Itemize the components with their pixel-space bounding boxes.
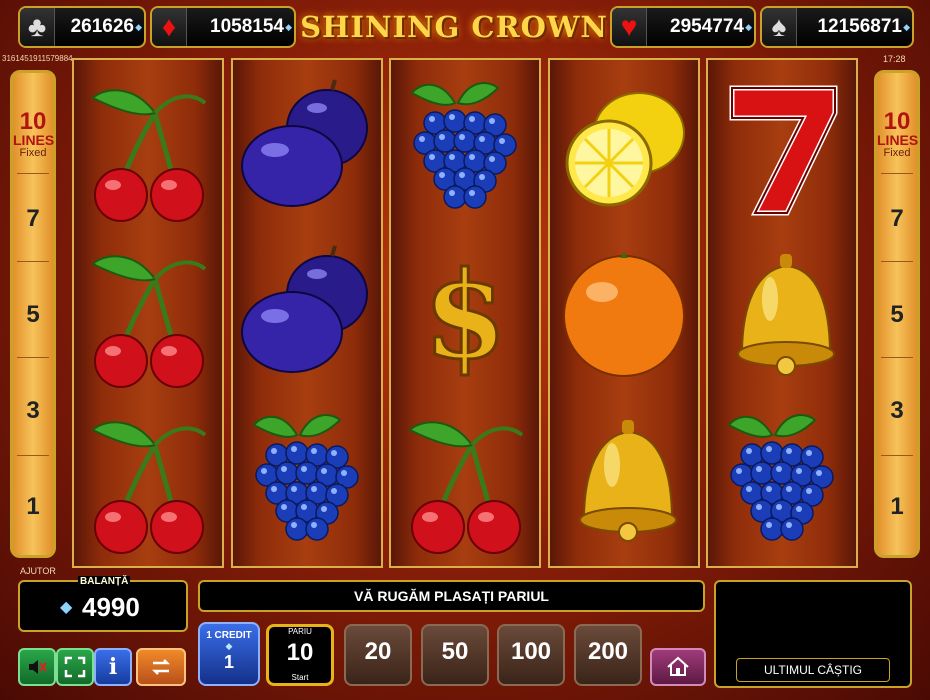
bet-value: 10 [286, 639, 314, 666]
dollar-icon: $ [391, 234, 539, 394]
reel-3: $ [389, 58, 541, 568]
line-number: 3 [26, 397, 40, 424]
mute-button[interactable] [18, 648, 56, 686]
gem-icon: ◆ [903, 22, 910, 32]
jackpot-clubs: ♣ 261626 ◆ [18, 6, 146, 48]
bet-top-label: PARIU [288, 627, 312, 636]
diamonds-icon: ♦ [152, 8, 187, 46]
last-win-label: ULTIMUL CÂȘTIG [736, 658, 890, 682]
line-number: 3 [890, 397, 904, 424]
bet-value: 20 [364, 638, 392, 665]
home-button[interactable] [650, 648, 706, 686]
autoplay-icon [151, 659, 171, 675]
game-id: 3161451911579884 [2, 54, 73, 63]
bet-value: 200 [587, 638, 629, 665]
bet-bottom-label: Start [291, 673, 309, 682]
jackpot-value: 12156871 [817, 16, 902, 37]
plum-icon [233, 68, 381, 228]
orange-icon [550, 234, 698, 394]
gem-icon: ◆ [285, 22, 292, 32]
jackpot-value: 2954774 [670, 16, 744, 37]
info-button[interactable]: i [94, 648, 132, 686]
line-number: 5 [890, 301, 904, 328]
home-icon [667, 656, 689, 676]
bet-button-50[interactable]: 50 [421, 624, 489, 686]
cherry-icon [391, 400, 539, 560]
line-number: 5 [26, 301, 40, 328]
lines-panel-right: 10 LINES Fixed 7 5 3 1 [874, 70, 920, 558]
lines-indicator: 10 LINES Fixed [877, 108, 919, 160]
reel-2 [231, 58, 383, 568]
fullscreen-button[interactable] [56, 648, 94, 686]
jackpot-diamonds: ♦ 1058154 ◆ [150, 6, 296, 48]
clock: 17:28 [883, 54, 906, 64]
bet-value: 50 [441, 638, 469, 665]
lemon-icon [550, 68, 698, 228]
grapes-icon [708, 400, 856, 560]
credit-button[interactable]: 1 CREDIT ◆ 1 [198, 622, 260, 686]
jackpot-hearts: ♥ 2954774 ◆ [610, 6, 756, 48]
spades-icon: ♠ [762, 8, 797, 46]
reel-5 [706, 58, 858, 568]
line-number: 1 [26, 493, 40, 520]
bell-icon [708, 234, 856, 394]
lines-panel-left: 10 LINES Fixed 7 5 3 1 [10, 70, 56, 558]
message-text: VĂ RUGĂM PLASAȚI PARIUL [354, 588, 549, 604]
gem-icon: ◆ [60, 599, 73, 616]
fullscreen-icon [64, 656, 86, 678]
hearts-icon: ♥ [612, 8, 647, 46]
plum-icon [233, 234, 381, 394]
balance-value: 4990 [82, 592, 140, 622]
mute-icon [29, 660, 47, 674]
gem-icon: ◆ [135, 22, 142, 32]
last-win-panel: ULTIMUL CÂȘTIG [714, 580, 912, 688]
jackpot-value: 1058154 [210, 16, 284, 37]
clubs-icon: ♣ [20, 8, 55, 46]
balance-label: BALANȚĂ [78, 576, 131, 587]
bet-button-10[interactable]: PARIU 10 Start [266, 624, 334, 686]
lines-indicator: 10 LINES Fixed [13, 108, 55, 160]
bet-button-200[interactable]: 200 [574, 624, 642, 686]
bet-value: 100 [510, 638, 552, 665]
gem-icon: ◆ [745, 22, 752, 32]
line-number: 7 [26, 205, 40, 232]
cherry-icon [74, 234, 222, 394]
reel-1 [72, 58, 224, 568]
grapes-icon [391, 68, 539, 228]
game-title: SHINING CROWN [300, 10, 608, 44]
credit-value: 1 [223, 652, 234, 672]
gem-icon: ◆ [225, 641, 233, 651]
bet-button-100[interactable]: 100 [497, 624, 565, 686]
cherry-icon [74, 68, 222, 228]
autoplay-button[interactable] [136, 648, 186, 686]
line-number: 1 [890, 493, 904, 520]
jackpot-spades: ♠ 12156871 ◆ [760, 6, 914, 48]
svg-text:$: $ [423, 245, 507, 386]
bet-button-20[interactable]: 20 [344, 624, 412, 686]
help-label[interactable]: AJUTOR [20, 566, 56, 576]
bell-icon [550, 400, 698, 560]
jackpot-value: 261626 [70, 16, 134, 37]
line-number: 7 [890, 205, 904, 232]
cherry-icon [74, 400, 222, 560]
info-icon: i [108, 654, 118, 680]
balance-panel: BALANȚĂ ◆ 4990 [18, 576, 188, 632]
reel-4 [548, 58, 700, 568]
seven-icon [708, 68, 856, 228]
grapes-icon [233, 400, 381, 560]
message-bar: VĂ RUGĂM PLASAȚI PARIUL [198, 580, 705, 612]
credit-label: 1 CREDIT [206, 630, 252, 641]
